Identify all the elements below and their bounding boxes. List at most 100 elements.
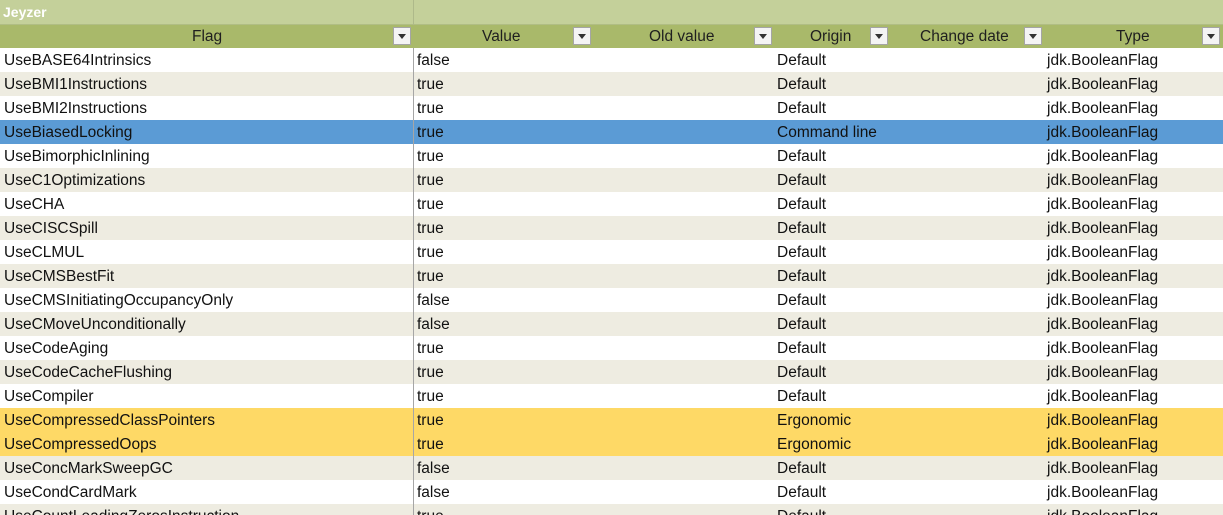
cell-origin[interactable]: Default [777,268,826,286]
cell-value[interactable]: true [417,124,444,142]
table-row[interactable]: UseCISCSpill true Default jdk.BooleanFlag [0,216,1223,240]
cell-type[interactable]: jdk.BooleanFlag [1047,268,1158,286]
cell-type[interactable]: jdk.BooleanFlag [1047,244,1158,262]
table-row[interactable]: UseCLMUL true Default jdk.BooleanFlag [0,240,1223,264]
cell-origin[interactable]: Command line [777,124,877,142]
cell-value[interactable]: true [417,268,444,286]
cell-type[interactable]: jdk.BooleanFlag [1047,292,1158,310]
cell-type[interactable]: jdk.BooleanFlag [1047,364,1158,382]
cell-type[interactable]: jdk.BooleanFlag [1047,508,1158,515]
table-row[interactable]: UseBMI2Instructions true Default jdk.Boolea… [0,96,1223,120]
table-row[interactable]: UseCompressedClassPointers true Ergonomic j… [0,408,1223,432]
cell-flag[interactable]: UseCMSInitiatingOccupancyOnly [4,292,233,310]
cell-value[interactable]: true [417,388,444,406]
cell-type[interactable]: jdk.BooleanFlag [1047,148,1158,166]
column-header-type[interactable]: Type [1044,25,1223,48]
cell-type[interactable]: jdk.BooleanFlag [1047,460,1158,478]
cell-type[interactable]: jdk.BooleanFlag [1047,52,1158,70]
filter-dropdown-icon[interactable] [754,27,772,45]
cell-origin[interactable]: Ergonomic [777,436,851,454]
table-row[interactable]: UseCondCardMark false Default jdk.BooleanFl… [0,480,1223,504]
cell-origin[interactable]: Default [777,484,826,502]
column-header-flag[interactable]: Flag [0,25,413,48]
cell-value[interactable]: true [417,436,444,454]
filter-dropdown-icon[interactable] [393,27,411,45]
cell-value[interactable]: true [417,76,444,94]
table-row[interactable]: UseCodeCacheFlushing true Default jdk.Boole… [0,360,1223,384]
cell-value[interactable]: true [417,508,444,515]
cell-origin[interactable]: Default [777,148,826,166]
cell-flag[interactable]: UseCodeAging [4,340,108,358]
cell-origin[interactable]: Default [777,100,826,118]
cell-value[interactable]: true [417,340,444,358]
table-row[interactable]: UseCMSBestFit true Default jdk.BooleanFlag [0,264,1223,288]
column-header-old-value[interactable]: Old value [593,25,773,48]
filter-dropdown-icon[interactable] [1024,27,1042,45]
cell-value[interactable]: false [417,460,450,478]
cell-origin[interactable]: Default [777,172,826,190]
cell-value[interactable]: true [417,148,444,166]
cell-flag[interactable]: UseCodeCacheFlushing [4,364,172,382]
cell-type[interactable]: jdk.BooleanFlag [1047,484,1158,502]
cell-value[interactable]: true [417,100,444,118]
cell-value[interactable]: false [417,484,450,502]
column-header-change-date[interactable]: Change date [890,25,1044,48]
cell-type[interactable]: jdk.BooleanFlag [1047,76,1158,94]
cell-flag[interactable]: UseC1Optimizations [4,172,145,190]
cell-origin[interactable]: Default [777,388,826,406]
table-row[interactable]: UseCodeAging true Default jdk.BooleanFlag [0,336,1223,360]
cell-origin[interactable]: Default [777,292,826,310]
cell-value[interactable]: false [417,52,450,70]
cell-type[interactable]: jdk.BooleanFlag [1047,172,1158,190]
table-row[interactable]: UseBiasedLocking true Command line jdk.Bool… [0,120,1223,144]
cell-type[interactable]: jdk.BooleanFlag [1047,388,1158,406]
cell-type[interactable]: jdk.BooleanFlag [1047,100,1158,118]
cell-origin[interactable]: Default [777,76,826,94]
cell-flag[interactable]: UseBMI2Instructions [4,100,147,118]
cell-origin[interactable]: Ergonomic [777,412,851,430]
table-row[interactable]: UseCountLeadingZerosInstruction true Defau… [0,504,1223,515]
table-row[interactable]: UseBASE64Intrinsics false Default jdk.Boole… [0,48,1223,72]
table-row[interactable]: UseCompiler true Default jdk.BooleanFlag [0,384,1223,408]
cell-origin[interactable]: Default [777,52,826,70]
cell-origin[interactable]: Default [777,316,826,334]
table-row[interactable]: UseC1Optimizations true Default jdk.Boolean… [0,168,1223,192]
cell-flag[interactable]: UseCMSBestFit [4,268,114,286]
table-row[interactable]: UseBMI1Instructions true Default jdk.Boolea… [0,72,1223,96]
cell-flag[interactable]: UseCHA [4,196,64,214]
cell-flag[interactable]: UseCMoveUnconditionally [4,316,186,334]
cell-flag[interactable]: UseCompressedOops [4,436,156,454]
filter-dropdown-icon[interactable] [573,27,591,45]
table-row[interactable]: UseConcMarkSweepGC false Default jdk.Boolea… [0,456,1223,480]
cell-value[interactable]: true [417,244,444,262]
cell-origin[interactable]: Default [777,460,826,478]
cell-flag[interactable]: UseBiasedLocking [4,124,132,142]
cell-origin[interactable]: Default [777,196,826,214]
cell-flag[interactable]: UseCondCardMark [4,484,137,502]
cell-flag[interactable]: UseConcMarkSweepGC [4,460,173,478]
cell-type[interactable]: jdk.BooleanFlag [1047,196,1158,214]
cell-value[interactable]: true [417,196,444,214]
cell-type[interactable]: jdk.BooleanFlag [1047,412,1158,430]
cell-flag[interactable]: UseCISCSpill [4,220,98,238]
column-header-origin[interactable]: Origin [773,25,890,48]
cell-origin[interactable]: Default [777,508,826,515]
cell-flag[interactable]: UseBimorphicInlining [4,148,150,166]
filter-dropdown-icon[interactable] [1202,27,1220,45]
table-row[interactable]: UseCompressedOops true Ergonomic jdk.Boolea… [0,432,1223,456]
cell-type[interactable]: jdk.BooleanFlag [1047,124,1158,142]
cell-flag[interactable]: UseBMI1Instructions [4,76,147,94]
table-row[interactable]: UseCMoveUnconditionally false Default jdk.B… [0,312,1223,336]
cell-type[interactable]: jdk.BooleanFlag [1047,220,1158,238]
cell-type[interactable]: jdk.BooleanFlag [1047,316,1158,334]
cell-flag[interactable]: UseCountLeadingZerosInstruction [4,508,239,515]
cell-flag[interactable]: UseBASE64Intrinsics [4,52,151,70]
table-row[interactable]: UseCMSInitiatingOccupancyOnly false Defaul… [0,288,1223,312]
cell-type[interactable]: jdk.BooleanFlag [1047,340,1158,358]
cell-value[interactable]: false [417,292,450,310]
cell-origin[interactable]: Default [777,220,826,238]
cell-value[interactable]: true [417,412,444,430]
table-row[interactable]: UseBimorphicInlining true Default jdk.Boole… [0,144,1223,168]
table-row[interactable]: UseCHA true Default jdk.BooleanFlag [0,192,1223,216]
filter-dropdown-icon[interactable] [870,27,888,45]
